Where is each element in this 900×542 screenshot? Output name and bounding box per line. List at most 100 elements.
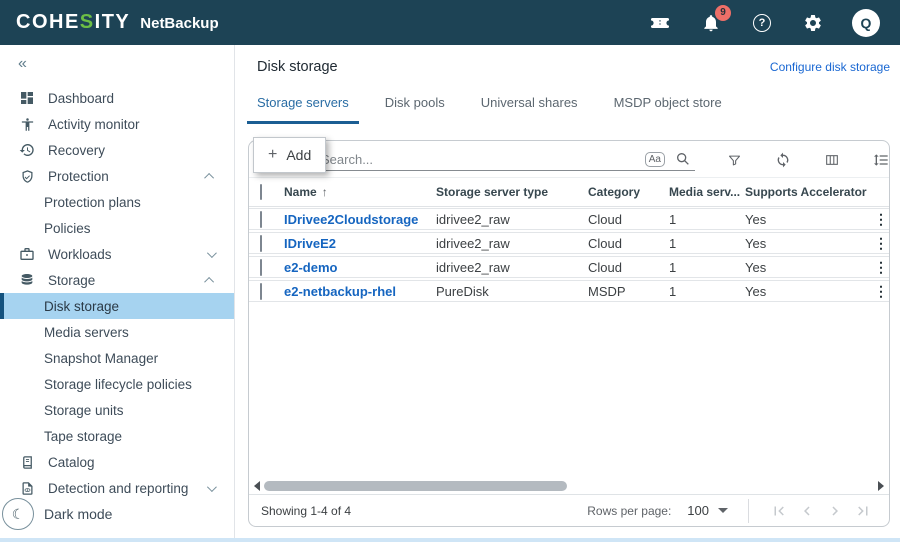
row-actions-kebab-icon[interactable]: ⋮: [873, 212, 889, 226]
notifications-bell-icon[interactable]: 9: [699, 11, 723, 35]
cell-supports-accelerator: Yes: [745, 212, 873, 227]
footer-controls: Rows per page: 100: [587, 499, 877, 523]
column-header-category[interactable]: Category: [588, 185, 669, 199]
cell-media-servers: 1: [669, 260, 745, 275]
row-actions-kebab-icon[interactable]: ⋮: [873, 284, 889, 298]
row-checkbox[interactable]: [260, 211, 262, 228]
sidebar-item-protection-plans[interactable]: Protection plans: [0, 189, 234, 215]
sidebar-item-activity-monitor[interactable]: Activity monitor: [0, 111, 234, 137]
dark-mode-label: Dark mode: [44, 506, 112, 522]
scroll-left-arrow[interactable]: [254, 481, 260, 491]
row-actions-kebab-icon[interactable]: ⋮: [873, 236, 889, 250]
tab-msdp-object-store[interactable]: MSDP object store: [604, 95, 732, 124]
tab-disk-pools[interactable]: Disk pools: [375, 95, 455, 124]
sidebar-item-storage-lifecycle-policies[interactable]: Storage lifecycle policies: [0, 371, 234, 397]
user-avatar[interactable]: Q: [852, 9, 880, 37]
brand-logo: COHESITY NetBackup: [16, 11, 219, 34]
cell-category: Cloud: [588, 212, 669, 227]
storage-server-name-link[interactable]: IDriveE2: [284, 236, 436, 251]
table-row[interactable]: IDrivee2Cloudstorage idrivee2_raw Cloud …: [249, 208, 889, 230]
sidebar-item-storage[interactable]: Storage: [0, 267, 234, 293]
sidebar-item-policies[interactable]: Policies: [0, 215, 234, 241]
table-row[interactable]: e2-demo idrivee2_raw Cloud 1 Yes ⋮: [249, 256, 889, 278]
cell-category: MSDP: [588, 284, 669, 299]
sidebar-item-snapshot-manager[interactable]: Snapshot Manager: [0, 345, 234, 371]
row-checkbox[interactable]: [260, 259, 262, 276]
sidebar-item-label: Detection and reporting: [48, 481, 188, 496]
scrollbar-thumb[interactable]: [264, 481, 567, 491]
row-checkbox[interactable]: [260, 235, 262, 252]
sidebar-item-label: Snapshot Manager: [44, 351, 158, 366]
columns-icon[interactable]: [824, 152, 840, 168]
sidebar-item-label: Catalog: [48, 455, 95, 470]
sidebar-collapse-icon[interactable]: «: [18, 55, 34, 73]
sort-ascending-icon: ↑: [322, 185, 328, 199]
search-input[interactable]: [321, 152, 645, 167]
dropdown-caret-icon: [718, 508, 728, 513]
column-header-supports-accelerator[interactable]: Supports Accelerator: [745, 185, 873, 199]
storage-server-name-link[interactable]: e2-demo: [284, 260, 436, 275]
sidebar-item-label: Protection: [48, 169, 109, 184]
table-row[interactable]: e2-netbackup-rhel PureDisk MSDP 1 Yes ⋮: [249, 280, 889, 302]
sidebar-item-label: Workloads: [48, 247, 112, 262]
briefcase-icon: [18, 246, 36, 262]
storage-server-name-link[interactable]: e2-netbackup-rhel: [284, 284, 436, 299]
sidebar-item-label: Dashboard: [48, 91, 114, 106]
app-window: COHESITY NetBackup 9 ?: [0, 0, 900, 542]
column-header-media-servers[interactable]: Media serv...: [669, 185, 745, 199]
topbar-icon-group: 9 ? Q: [648, 9, 880, 37]
table-footer: Showing 1-4 of 4 Rows per page: 100: [249, 495, 889, 526]
scrollbar-track[interactable]: [263, 481, 875, 491]
table-header-row: Name ↑ Storage server type Category Media…: [249, 177, 889, 207]
configure-disk-storage-link[interactable]: Configure disk storage: [770, 60, 890, 74]
brand-text-2: ITY: [95, 11, 131, 34]
last-page-button[interactable]: [849, 499, 877, 523]
match-case-toggle[interactable]: Aa: [645, 152, 665, 167]
sidebar-item-storage-units[interactable]: Storage units: [0, 397, 234, 423]
sidebar-item-dashboard[interactable]: Dashboard: [0, 85, 234, 111]
settings-gear-icon[interactable]: [801, 11, 825, 35]
row-actions-kebab-icon[interactable]: ⋮: [873, 260, 889, 274]
storage-servers-card: + Add Aa: [248, 140, 890, 527]
select-all-checkbox[interactable]: [260, 184, 262, 200]
dark-mode-toggle[interactable]: ☾ Dark mode: [2, 498, 112, 530]
cell-media-servers: 1: [669, 284, 745, 299]
license-ticket-icon[interactable]: [648, 11, 672, 35]
sidebar-item-protection[interactable]: Protection: [0, 163, 234, 189]
column-header-storage-server-type[interactable]: Storage server type: [436, 185, 588, 199]
table-row[interactable]: IDriveE2 idrivee2_raw Cloud 1 Yes ⋮: [249, 232, 889, 254]
search-icon[interactable]: [675, 151, 691, 167]
report-eye-icon: [18, 481, 36, 496]
help-icon[interactable]: ?: [750, 11, 774, 35]
sidebar-item-disk-storage[interactable]: Disk storage: [0, 293, 234, 319]
tab-storage-servers[interactable]: Storage servers: [247, 95, 359, 124]
sidebar-item-recovery[interactable]: Recovery: [0, 137, 234, 163]
scroll-right-arrow[interactable]: [878, 481, 884, 491]
previous-page-button[interactable]: [793, 499, 821, 523]
column-header-name[interactable]: Name ↑: [284, 185, 436, 199]
refresh-icon[interactable]: [775, 152, 791, 168]
tab-universal-shares[interactable]: Universal shares: [471, 95, 588, 124]
sidebar-item-workloads[interactable]: Workloads: [0, 241, 234, 267]
chevron-up-icon: [204, 172, 214, 182]
cell-category: Cloud: [588, 236, 669, 251]
first-page-button[interactable]: [765, 499, 793, 523]
row-checkbox[interactable]: [260, 283, 262, 300]
sidebar-item-media-servers[interactable]: Media servers: [0, 319, 234, 345]
cell-media-servers: 1: [669, 236, 745, 251]
storage-server-name-link[interactable]: IDrivee2Cloudstorage: [284, 212, 436, 227]
footer-divider: [748, 499, 749, 523]
sidebar-item-catalog[interactable]: Catalog: [0, 449, 234, 475]
add-button[interactable]: + Add: [253, 137, 326, 173]
sidebar-item-tape-storage[interactable]: Tape storage: [0, 423, 234, 449]
chevron-down-icon: [207, 482, 217, 492]
page-header: Disk storage Configure disk storage: [235, 45, 900, 75]
cell-category: Cloud: [588, 260, 669, 275]
next-page-button[interactable]: [821, 499, 849, 523]
sidebar-item-label: Policies: [44, 221, 91, 236]
row-height-icon[interactable]: [873, 152, 889, 168]
column-label: Name: [284, 185, 317, 199]
rows-per-page-select[interactable]: 100: [687, 503, 728, 518]
filter-icon[interactable]: [727, 153, 742, 168]
gear-icon: [803, 13, 823, 33]
